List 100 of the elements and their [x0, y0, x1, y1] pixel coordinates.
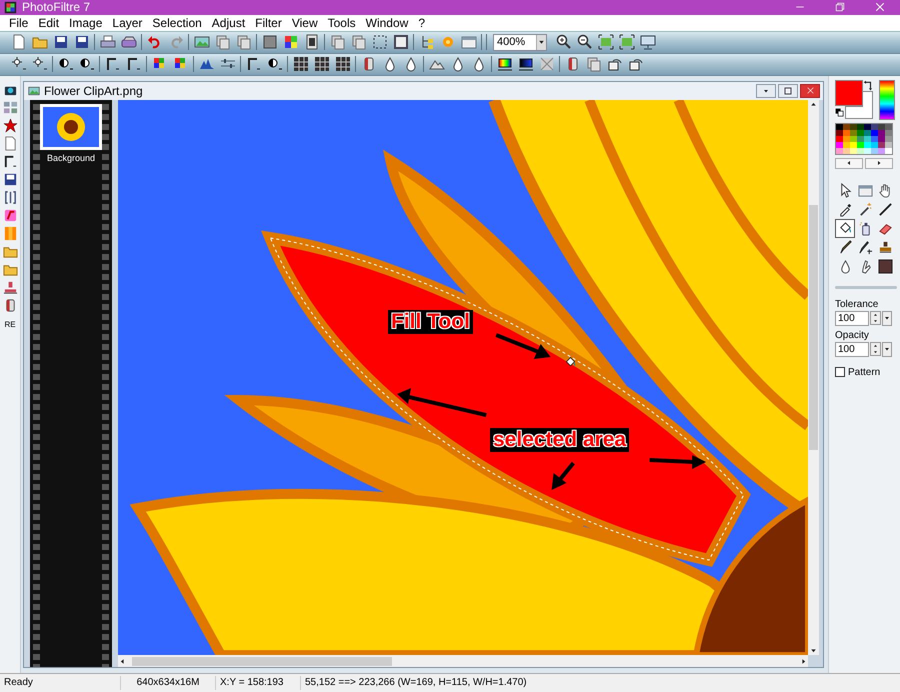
curve-icon[interactable]: [246, 56, 262, 72]
document-title: Flower ClipArt.png: [44, 84, 144, 98]
color-grid-icon[interactable]: [282, 34, 298, 50]
square-icon[interactable]: [262, 34, 278, 50]
flower-thumbnail-drawing: [56, 112, 86, 142]
menu-item[interactable]: Layer: [107, 16, 148, 30]
hand-icon: [878, 182, 892, 198]
brackets-icon[interactable]: [2, 190, 18, 205]
dropdown-button[interactable]: [882, 310, 892, 326]
toolbar-label: RE: [4, 320, 16, 329]
spin-button[interactable]: [870, 342, 881, 356]
restore-icon[interactable]: [834, 1, 846, 14]
menu-item[interactable]: Tools: [322, 16, 361, 30]
foreground-color-swatch[interactable]: [835, 80, 863, 106]
horizontal-scrollbar[interactable]: [118, 655, 808, 668]
crossed-frame-icon[interactable]: [538, 56, 554, 72]
background-color-swatch[interactable]: [845, 90, 873, 119]
window-icon: [858, 182, 872, 198]
up-triangle-icon: [871, 312, 880, 318]
copy-icon[interactable]: [586, 56, 602, 72]
tolerance-field[interactable]: 100: [835, 310, 869, 326]
maximize-button[interactable]: [778, 84, 798, 98]
palette-swatch[interactable]: [850, 124, 857, 130]
rotate-icon[interactable]: [606, 56, 622, 72]
document-icon[interactable]: [10, 34, 26, 50]
right-triangle-icon: [875, 159, 883, 168]
copy-icon[interactable]: [214, 34, 230, 50]
dot-grid-icon[interactable]: [292, 56, 308, 72]
contrast-icon[interactable]: [58, 56, 74, 72]
script-tile-icon[interactable]: [2, 208, 18, 223]
palette-swatch[interactable]: [878, 124, 885, 130]
menu-item[interactable]: Window: [360, 16, 414, 30]
color-spectrum[interactable]: [879, 80, 895, 120]
palette-swatch[interactable]: [843, 124, 850, 130]
palette-swatch[interactable]: [864, 124, 871, 130]
menu-item[interactable]: View: [286, 16, 323, 30]
film-icon[interactable]: [304, 34, 320, 50]
palette-swatch[interactable]: [871, 124, 878, 130]
scrollbar-thumb[interactable]: [132, 656, 392, 666]
contrast-icon[interactable]: [266, 56, 282, 72]
sun-icon[interactable]: [32, 56, 48, 72]
curve-icon[interactable]: [104, 56, 120, 72]
palette-swatch[interactable]: [857, 124, 864, 130]
palette-swatch[interactable]: [836, 124, 843, 130]
spectrum-icon[interactable]: [496, 56, 512, 72]
document-icon[interactable]: [2, 136, 18, 151]
eyedropper-icon: [838, 202, 852, 217]
fit-picture-icon[interactable]: [618, 34, 634, 50]
fit-picture-icon[interactable]: [598, 34, 614, 50]
layer-name: Background: [46, 152, 96, 163]
picture-icon[interactable]: [194, 34, 210, 50]
checkbox[interactable]: [835, 367, 845, 378]
menu-item[interactable]: ?: [413, 16, 430, 30]
tiles-icon[interactable]: [2, 100, 18, 115]
copy-icon[interactable]: [236, 34, 252, 50]
menu-item[interactable]: Adjust: [206, 16, 250, 30]
menu-item[interactable]: Image: [64, 16, 108, 30]
zoom-in-icon[interactable]: [556, 34, 572, 50]
close-button[interactable]: [800, 84, 820, 98]
dot-grid-icon[interactable]: [334, 56, 350, 72]
spin-button[interactable]: [870, 311, 881, 326]
opacity-label: Opacity: [835, 330, 870, 341]
window-icon[interactable]: [460, 34, 476, 50]
screen-icon[interactable]: [640, 34, 656, 50]
star-icon[interactable]: [2, 118, 18, 133]
scrollbar-thumb[interactable]: [809, 204, 818, 450]
reset-colors-icon[interactable]: [835, 108, 845, 118]
menu-item[interactable]: Selection: [147, 16, 207, 30]
up-triangle-icon: [871, 343, 880, 350]
undo-icon[interactable]: [146, 34, 162, 50]
menu-item[interactable]: Filter: [250, 16, 287, 30]
checkbox-label: Pattern: [848, 366, 880, 378]
scanner-icon[interactable]: [120, 34, 136, 50]
copy-icon[interactable]: [350, 34, 366, 50]
curve-icon[interactable]: [126, 56, 142, 72]
zoom-out-icon[interactable]: [576, 34, 592, 50]
frame-icon[interactable]: [392, 34, 408, 50]
zoom-dropdown[interactable]: 400%: [493, 34, 547, 51]
vertical-scrollbar[interactable]: [808, 100, 819, 656]
gradient-icon[interactable]: [518, 56, 534, 72]
dot-grid-icon[interactable]: [314, 56, 330, 72]
palette-swatch[interactable]: [885, 124, 892, 130]
close-icon[interactable]: [874, 1, 886, 14]
line-icon: [878, 202, 892, 217]
opacity-field[interactable]: 100: [835, 342, 869, 357]
curve-icon[interactable]: [2, 154, 18, 169]
tool-button[interactable]: [835, 218, 855, 238]
dropdown-button[interactable]: [882, 342, 892, 357]
layer-thumbnail[interactable]: [40, 104, 102, 150]
selection-rectangle-icon[interactable]: [372, 34, 388, 50]
brush-plus-icon: [858, 240, 872, 255]
printer-icon[interactable]: [100, 34, 116, 50]
copy-icon[interactable]: [330, 34, 346, 50]
menu-item[interactable]: File: [4, 16, 34, 30]
photo-placeholder: [878, 258, 892, 274]
contrast-icon[interactable]: [78, 56, 94, 72]
menu-item[interactable]: Edit: [33, 16, 64, 30]
sun-icon[interactable]: [10, 56, 26, 72]
ink-stamp-icon[interactable]: [2, 280, 18, 295]
rotate-icon[interactable]: [628, 56, 644, 72]
